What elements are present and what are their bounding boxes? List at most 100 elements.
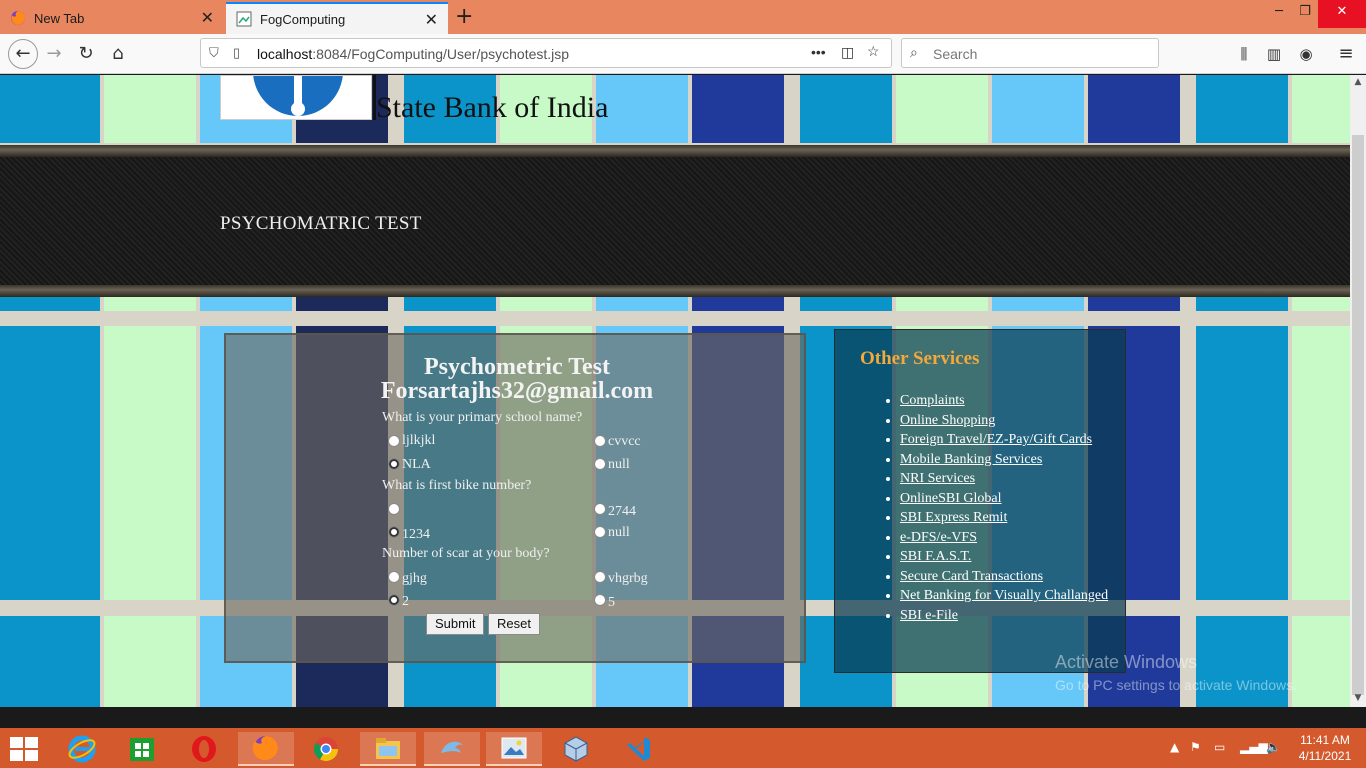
question-label: What is your primary school name? [382,410,583,425]
services-list: Complaints Online Shopping Foreign Trave… [900,391,1120,625]
close-tab-icon[interactable]: ✕ [425,10,438,30]
system-clock[interactable]: 11:41 AM 4/11/2021 [1290,732,1360,764]
watermark-subtitle: Go to PC settings to activate Windows. [1055,677,1297,693]
pocket-icon[interactable]: ◫ [841,44,854,61]
windows-start-icon[interactable] [10,737,40,761]
home-icon[interactable]: ⌂ [106,42,130,66]
library-icon[interactable]: ⫼ [1232,42,1256,66]
radio-q1-opt3[interactable] [388,458,400,470]
volume-icon[interactable]: 🔈 [1266,740,1281,754]
firefox-taskbar-icon[interactable] [238,732,294,766]
network-icon[interactable]: ▭ [1214,740,1225,754]
service-link-nri[interactable]: NRI Services [900,471,975,486]
option-label: ljlkjkl [402,433,436,448]
radio-q3-opt1[interactable] [388,571,400,583]
service-link-complaints[interactable]: Complaints [900,393,965,408]
scroll-down-icon[interactable]: ▼ [1350,693,1366,703]
close-tab-icon[interactable]: ✕ [201,8,214,28]
tab-label: New Tab [34,10,85,26]
page-scrollbar[interactable]: ▲ ▼ [1350,75,1366,707]
reset-button[interactable]: Reset [488,613,540,635]
tab-fogcomputing[interactable]: FogComputing ✕ [226,2,448,34]
flag-icon[interactable]: ⚑ [1190,740,1201,754]
dolphin-app-icon[interactable] [424,732,480,766]
psychometric-form: Psychometric Test Forsartajhs32@gmail.co… [224,333,806,663]
reload-icon[interactable]: ↻ [74,42,98,66]
photo-viewer-icon[interactable] [486,732,542,766]
scroll-thumb[interactable] [1352,135,1364,695]
radio-q3-opt3[interactable] [388,594,400,606]
other-services-panel: Other Services Complaints Online Shoppin… [834,329,1126,673]
new-tab-plus-icon[interactable]: + [455,4,473,29]
list-item: SBI F.A.S.T. [900,547,1120,567]
services-title: Other Services [860,348,980,369]
option-label: cvvcc [608,434,641,449]
list-item: Secure Card Transactions [900,567,1120,587]
more-actions-icon[interactable]: ••• [811,44,826,60]
list-item: NRI Services [900,469,1120,489]
show-hidden-icons-icon[interactable]: ▲ [1170,740,1179,754]
clock-date: 4/11/2021 [1298,749,1352,763]
url-bar[interactable]: ⛉ ▯ localhost:8084/FogComputing/User/psy… [200,38,892,68]
virtualbox-icon[interactable] [548,732,604,766]
radio-q3-opt4[interactable] [594,594,606,606]
service-link-edfs[interactable]: e-DFS/e-VFS [900,530,977,545]
chrome-icon[interactable] [298,732,354,766]
option-label: 2 [402,594,409,609]
header-banner: PSYCHOMATRIC TEST [0,145,1350,297]
question-label: What is first bike number? [382,478,532,493]
opera-icon[interactable] [176,732,232,766]
browser-tab-bar: New Tab ✕ FogComputing ✕ + ─ ❐ ✕ [0,0,1366,34]
question-label: Number of scar at your body? [382,546,550,561]
list-item: Online Shopping [900,411,1120,431]
radio-q2-opt3[interactable] [388,526,400,538]
radio-q3-opt2[interactable] [594,571,606,583]
option-label: NLA [402,457,431,472]
submit-button[interactable]: Submit [426,613,485,635]
option-label: gjhg [402,571,427,586]
radio-q2-opt2[interactable] [594,503,606,515]
signal-icon[interactable]: ▂▄▆ [1240,740,1268,754]
service-link-online-shopping[interactable]: Online Shopping [900,413,995,428]
service-link-express-remit[interactable]: SBI Express Remit [900,510,1007,525]
sbi-logo [220,75,372,120]
scroll-up-icon[interactable]: ▲ [1350,77,1366,87]
service-link-onlinesbi-global[interactable]: OnlineSBI Global [900,491,1002,506]
radio-q1-opt4[interactable] [594,458,606,470]
search-placeholder: Search [933,46,978,62]
service-link-efile[interactable]: SBI e-File [900,608,958,623]
search-input[interactable]: ⌕ Search [901,38,1159,68]
sidebar-icon[interactable]: ▥ [1262,42,1286,66]
windows-taskbar: ▲ ⚑ ▭ ▂▄▆ 🔈 11:41 AM 4/11/2021 [0,728,1366,768]
bookmark-star-icon[interactable]: ☆ [867,43,880,60]
list-item: Net Banking for Visually Challanged [900,586,1120,606]
option-label: 2744 [608,504,636,519]
restore-icon[interactable]: ❐ [1290,0,1320,28]
service-link-fast[interactable]: SBI F.A.S.T. [900,549,971,564]
service-link-visually-challanged[interactable]: Net Banking for Visually Challanged [900,588,1108,603]
service-link-secure-card[interactable]: Secure Card Transactions [900,569,1043,584]
menu-hamburger-icon[interactable]: ≡ [1334,42,1358,66]
list-item: e-DFS/e-VFS [900,528,1120,548]
tab-new-tab[interactable]: New Tab ✕ [0,2,224,34]
window-close-icon[interactable]: ✕ [1318,0,1366,28]
file-explorer-icon[interactable] [360,732,416,766]
radio-q1-opt1[interactable] [388,435,400,447]
radio-q2-opt1[interactable] [388,503,400,515]
back-arrow-icon[interactable]: ← [8,39,38,69]
service-link-foreign-travel[interactable]: Foreign Travel/EZ-Pay/Gift Cards [900,432,1092,447]
vscode-icon[interactable] [610,732,666,766]
account-icon[interactable]: ◉ [1294,42,1318,66]
radio-q2-opt4[interactable] [594,526,606,538]
forward-arrow-icon[interactable]: → [42,42,66,66]
internet-explorer-icon[interactable] [54,732,110,766]
shield-icon[interactable]: ⛉ [209,45,219,61]
form-heading: Psychometric Test Forsartajhs32@gmail.co… [226,355,808,403]
page-viewport: State Bank of India PSYCHOMATRIC TEST Ps… [0,75,1350,707]
store-icon[interactable] [114,732,170,766]
page-info-icon[interactable]: ▯ [233,45,240,61]
list-item: Mobile Banking Services [900,450,1120,470]
page-bottom-strip [0,707,1366,728]
radio-q1-opt2[interactable] [594,435,606,447]
service-link-mobile-banking[interactable]: Mobile Banking Services [900,452,1042,467]
